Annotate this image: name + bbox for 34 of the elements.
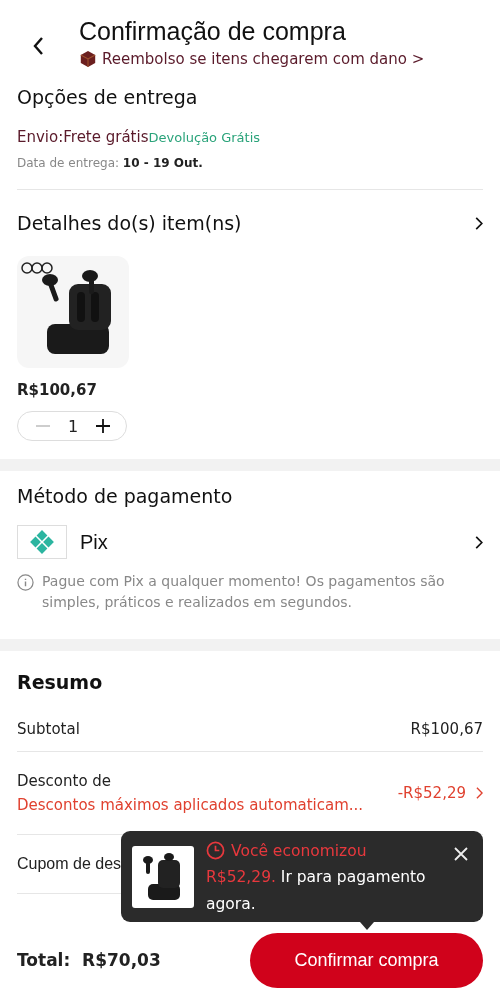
section-title: Resumo xyxy=(17,670,104,695)
page-title: Confirmação de compra xyxy=(79,16,347,46)
section-title: Opções de entrega xyxy=(17,85,199,110)
info-icon xyxy=(17,574,34,591)
clock-icon xyxy=(206,841,225,860)
summary-label: Desconto de xyxy=(17,772,113,790)
section-title: Método de pagamento xyxy=(17,484,234,509)
popup-headline: Você economizou xyxy=(231,841,367,860)
section-title: Detalhes do(s) item(ns) xyxy=(17,211,242,236)
item-price: R$100,67 xyxy=(17,381,98,399)
earbuds-thumbnail xyxy=(132,846,194,908)
discount-detail: Descontos máximos aplicados automaticam... xyxy=(17,796,364,814)
popup-message: R$52,29. Ir para pagamento agora. xyxy=(206,867,427,915)
close-icon[interactable] xyxy=(454,847,468,861)
back-icon[interactable] xyxy=(32,36,44,56)
discount-value: -R$52,29 xyxy=(397,784,466,802)
summary-label: Subtotal xyxy=(17,720,80,738)
pix-logo xyxy=(17,525,67,559)
popup-pointer-icon xyxy=(360,922,374,930)
chevron-icon[interactable] xyxy=(475,216,483,230)
summary-value: R$100,67 xyxy=(410,720,483,738)
box-icon xyxy=(79,50,97,68)
total-text: Total: R$70,03 xyxy=(17,950,161,970)
confirm-button[interactable]: Confirmar compra xyxy=(250,932,483,988)
refund-link[interactable]: Reembolso se itens chegarem com dano > xyxy=(102,50,425,68)
summary-label: Cupom de des xyxy=(17,855,122,873)
shipping-text: Envio:Frete grátis xyxy=(17,128,149,146)
chevron-icon[interactable] xyxy=(475,535,483,549)
returns-text: Devolução Grátis xyxy=(148,130,261,145)
payment-info: Pague com Pix a qualquer momento! Os pagamentos são simples, práticos e realizados em segundos. xyxy=(42,572,446,612)
delivery-date: Data de entrega: 10 - 19 Out. xyxy=(17,156,204,172)
payment-method[interactable]: Pix xyxy=(80,530,475,554)
quantity-value: 1 xyxy=(67,416,79,436)
plus-icon[interactable] xyxy=(95,418,111,434)
